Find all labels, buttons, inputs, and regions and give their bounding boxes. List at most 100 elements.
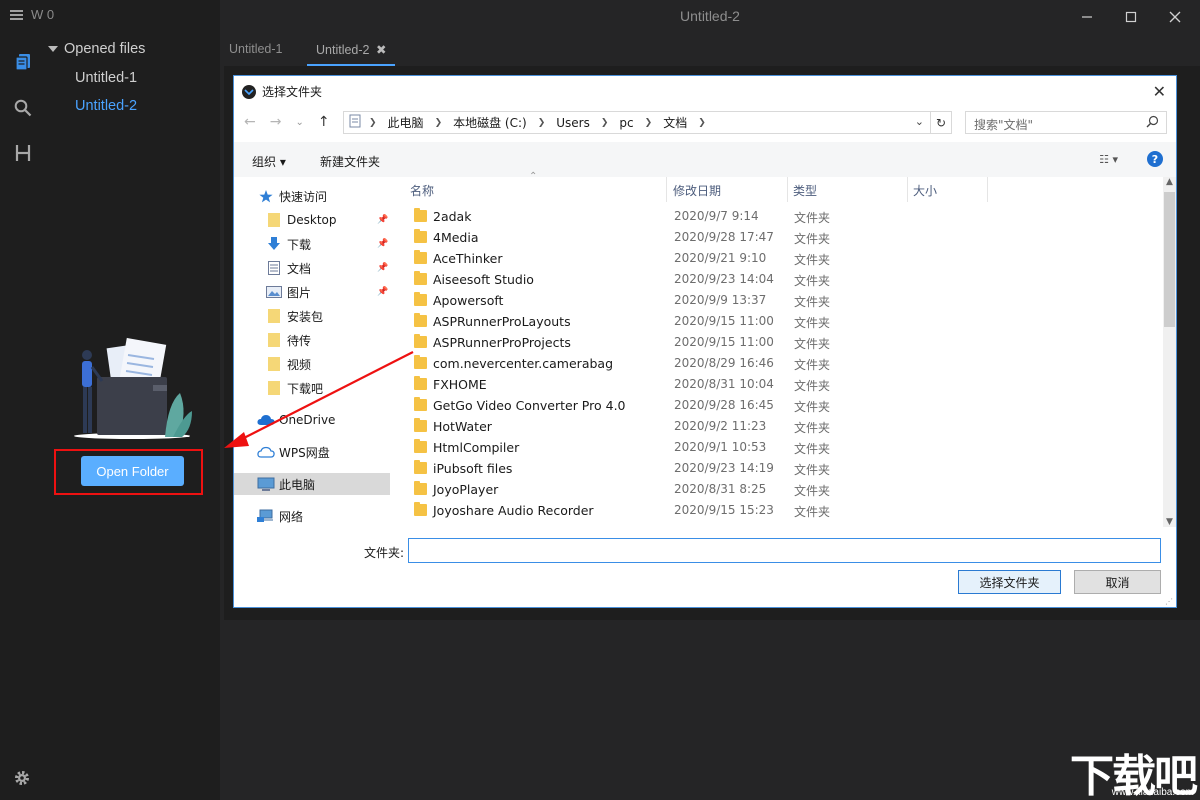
breadcrumb-pc[interactable]: pc [619, 116, 633, 130]
file-row[interactable]: ASPRunnerProProjects 2020/9/15 11:00 文件夹 [410, 332, 1160, 353]
empty-folder-illustration [74, 337, 192, 439]
nav-item-pending[interactable]: 待传 [234, 329, 390, 351]
opened-files-header[interactable]: Opened files [48, 41, 145, 57]
tab-untitled-2[interactable]: Untitled-2 ✖ [316, 42, 386, 57]
opened-file-untitled-1[interactable]: Untitled-1 [75, 70, 137, 86]
close-icon[interactable] [1164, 6, 1186, 28]
tab-untitled-1[interactable]: Untitled-1 [229, 42, 283, 56]
view-options-icon[interactable]: ☷ ▾ [1099, 153, 1118, 166]
column-header-type[interactable]: 类型 [793, 182, 817, 199]
breadcrumb-sep-icon[interactable]: ❯ [645, 118, 653, 128]
nav-item-videos[interactable]: 视频 [234, 353, 390, 375]
breadcrumb-this-pc[interactable]: 此电脑 [388, 114, 424, 131]
menu-icon[interactable] [10, 9, 23, 20]
file-row[interactable]: iPubsoft files 2020/9/23 14:19 文件夹 [410, 458, 1160, 479]
cancel-button[interactable]: 取消 [1074, 570, 1161, 594]
file-row[interactable]: Apowersoft 2020/9/9 13:37 文件夹 [410, 290, 1160, 311]
nav-item-this-pc[interactable]: 此电脑 [234, 473, 390, 495]
file-row[interactable]: com.nevercenter.camerabag 2020/8/29 16:46… [410, 353, 1160, 374]
breadcrumb-sep-icon[interactable]: ❯ [698, 118, 706, 128]
up-arrow-icon[interactable]: ↑ [318, 114, 330, 130]
file-row[interactable]: FXHOME 2020/8/31 10:04 文件夹 [410, 374, 1160, 395]
file-row[interactable]: AceThinker 2020/9/21 9:10 文件夹 [410, 248, 1160, 269]
heading-icon[interactable] [12, 142, 34, 164]
address-bar[interactable]: ❯ 此电脑 ❯ 本地磁盘 (C:) ❯ Users ❯ pc ❯ 文档 ❯ ⌄ [343, 111, 931, 134]
breadcrumb-drive-c[interactable]: 本地磁盘 (C:) [453, 114, 527, 131]
column-header-size[interactable]: 大小 [913, 182, 937, 199]
document-icon [268, 261, 282, 275]
folder-icon [414, 502, 427, 516]
files-icon[interactable] [12, 51, 34, 73]
nav-item-onedrive[interactable]: OneDrive [234, 409, 390, 431]
pin-icon[interactable]: 📌 [377, 215, 388, 225]
refresh-icon[interactable]: ↻ [931, 111, 952, 134]
resize-grip-icon[interactable]: ⋰ [1165, 597, 1173, 606]
column-divider[interactable] [987, 177, 988, 202]
file-row[interactable]: ASPRunnerProLayouts 2020/9/15 11:00 文件夹 [410, 311, 1160, 332]
search-input[interactable]: 搜索"文档" [965, 111, 1167, 134]
search-icon[interactable] [1146, 115, 1159, 131]
breadcrumb-documents[interactable]: 文档 [663, 114, 687, 131]
breadcrumb-sep-icon[interactable]: ❯ [435, 118, 443, 128]
navigation-pane: 快速访问 Desktop 📌 下载 📌 文档 📌 图片 📌 安装包 待传 视频 … [234, 177, 392, 527]
search-icon[interactable] [12, 97, 34, 119]
breadcrumb-users[interactable]: Users [556, 116, 590, 130]
opened-file-untitled-2[interactable]: Untitled-2 [75, 98, 137, 114]
nav-item-xiazaiba[interactable]: 下载吧 [234, 377, 390, 399]
tab-close-icon[interactable]: ✖ [376, 43, 386, 57]
workspace-header[interactable]: W 0 [10, 7, 54, 22]
nav-item-network[interactable]: 网络 [234, 505, 390, 527]
pin-icon[interactable]: 📌 [377, 287, 388, 297]
column-divider[interactable] [907, 177, 908, 202]
breadcrumb-sep-icon[interactable]: ❯ [369, 118, 377, 128]
nav-item-wps-drive[interactable]: WPS网盘 [234, 441, 390, 463]
nav-item-downloads[interactable]: 下载 📌 [234, 233, 390, 255]
nav-item-desktop[interactable]: Desktop 📌 [234, 209, 390, 231]
file-date: 2020/9/15 15:23 [674, 503, 774, 517]
column-header-name[interactable]: 名称 [410, 182, 434, 199]
file-row[interactable]: Joyoshare Audio Recorder 2020/9/15 15:23 文… [410, 500, 1160, 521]
pin-icon[interactable]: 📌 [377, 239, 388, 249]
nav-item-installers[interactable]: 安装包 [234, 305, 390, 327]
scroll-down-icon[interactable]: ▼ [1166, 517, 1173, 527]
settings-gear-icon[interactable] [13, 769, 31, 792]
column-header-modified[interactable]: 修改日期 [673, 182, 721, 199]
chevron-down-icon [48, 46, 58, 52]
file-row[interactable]: GetGo Video Converter Pro 4.0 2020/9/28 1… [410, 395, 1160, 416]
open-folder-button[interactable]: Open Folder [81, 456, 184, 486]
file-row[interactable]: JoyoPlayer 2020/8/31 8:25 文件夹 [410, 479, 1160, 500]
dialog-close-icon[interactable]: ✕ [1153, 82, 1166, 101]
file-date: 2020/9/7 9:14 [674, 209, 759, 223]
recent-chevron-icon[interactable]: ⌄ [295, 114, 303, 130]
file-name: FXHOME [433, 377, 487, 392]
file-row[interactable]: Aiseesoft Studio 2020/9/23 14:04 文件夹 [410, 269, 1160, 290]
nav-item-documents[interactable]: 文档 📌 [234, 257, 390, 279]
minimize-icon[interactable] [1076, 6, 1098, 28]
file-name: Joyoshare Audio Recorder [433, 503, 594, 518]
column-divider[interactable] [666, 177, 667, 202]
forward-arrow-icon[interactable]: → [270, 114, 282, 130]
file-list-scrollbar[interactable]: ▲ ▼ [1163, 177, 1176, 527]
file-row[interactable]: 2adak 2020/9/7 9:14 文件夹 [410, 206, 1160, 227]
sort-chevron-icon: ⌃ [529, 171, 538, 182]
file-row[interactable]: HtmlCompiler 2020/9/1 10:53 文件夹 [410, 437, 1160, 458]
column-divider[interactable] [787, 177, 788, 202]
back-arrow-icon[interactable]: ← [244, 114, 256, 130]
folder-input[interactable] [408, 538, 1161, 563]
help-icon[interactable]: ? [1147, 151, 1163, 167]
file-type: 文件夹 [794, 358, 831, 372]
nav-item-pictures[interactable]: 图片 📌 [234, 281, 390, 303]
select-folder-button[interactable]: 选择文件夹 [958, 570, 1061, 594]
scrollbar-thumb[interactable] [1164, 192, 1175, 327]
file-row[interactable]: 4Media 2020/9/28 17:47 文件夹 [410, 227, 1160, 248]
maximize-icon[interactable] [1120, 6, 1142, 28]
organize-menu-button[interactable]: 组织 ▾ [252, 153, 286, 170]
file-row[interactable]: HotWater 2020/9/2 11:23 文件夹 [410, 416, 1160, 437]
address-dropdown-icon[interactable]: ⌄ [915, 115, 924, 128]
new-folder-button[interactable]: 新建文件夹 [320, 153, 380, 170]
pin-icon[interactable]: 📌 [377, 263, 388, 273]
breadcrumb-sep-icon[interactable]: ❯ [601, 118, 609, 128]
scroll-up-icon[interactable]: ▲ [1166, 177, 1173, 187]
nav-item-quick-access[interactable]: 快速访问 [234, 185, 390, 207]
breadcrumb-sep-icon[interactable]: ❯ [538, 118, 546, 128]
